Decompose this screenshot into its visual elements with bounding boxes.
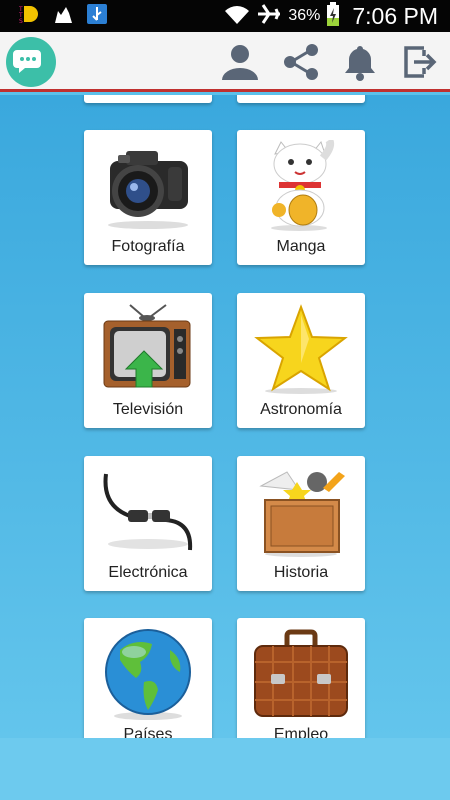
category-tile-manga[interactable]: Manga <box>237 130 365 265</box>
share-icon[interactable] <box>279 40 323 84</box>
category-tile-empleo[interactable]: Empleo <box>237 618 365 738</box>
category-label: Historia <box>273 564 329 581</box>
category-label: Televisión <box>112 401 184 418</box>
status-bar: T T S 36% 7:06 PM <box>0 0 450 32</box>
category-label: Astronomía <box>260 401 342 418</box>
category-tile-electronica[interactable]: Electrónica <box>84 456 212 591</box>
star-icon <box>251 301 351 397</box>
svg-text:S: S <box>19 18 23 25</box>
crate-icon <box>251 464 351 560</box>
category-tile-astronomia[interactable]: Astronomía <box>237 293 365 428</box>
category-tile-television[interactable]: Televisión <box>84 293 212 428</box>
usb-icon <box>86 3 108 30</box>
profile-icon[interactable] <box>218 40 262 84</box>
tts-app-icon: T T S <box>18 3 40 30</box>
category-label: Fotografía <box>111 238 185 255</box>
globe-icon <box>98 626 198 722</box>
category-label: Países <box>123 726 173 738</box>
notifications-bell-icon[interactable] <box>338 40 382 84</box>
clock: 7:06 PM <box>352 2 438 29</box>
briefcase-icon <box>251 626 351 722</box>
chat-bubbles-icon[interactable] <box>6 37 56 87</box>
airplane-icon <box>256 3 282 30</box>
category-tile-partial[interactable] <box>237 95 365 103</box>
television-icon <box>98 301 198 397</box>
battery-percent: 36% <box>288 7 321 24</box>
battery-charging-icon <box>326 1 340 31</box>
category-grid: Fotografía Manga Televisión Astronomía E… <box>0 95 450 738</box>
bottom-area <box>0 738 450 800</box>
logout-icon[interactable] <box>398 40 442 84</box>
app-toolbar <box>0 32 450 92</box>
cable-connector-icon <box>98 464 198 560</box>
lucky-cat-icon <box>251 138 351 234</box>
category-label: Electrónica <box>108 564 188 581</box>
camera-icon <box>98 138 198 234</box>
category-label: Manga <box>276 238 326 255</box>
category-tile-fotografia[interactable]: Fotografía <box>84 130 212 265</box>
category-tile-historia[interactable]: Historia <box>237 456 365 591</box>
category-label: Empleo <box>273 726 329 738</box>
cat-icon <box>52 3 74 30</box>
category-tile-paises[interactable]: Países <box>84 618 212 738</box>
wifi-icon <box>224 3 250 30</box>
category-tile-partial[interactable] <box>84 95 212 103</box>
